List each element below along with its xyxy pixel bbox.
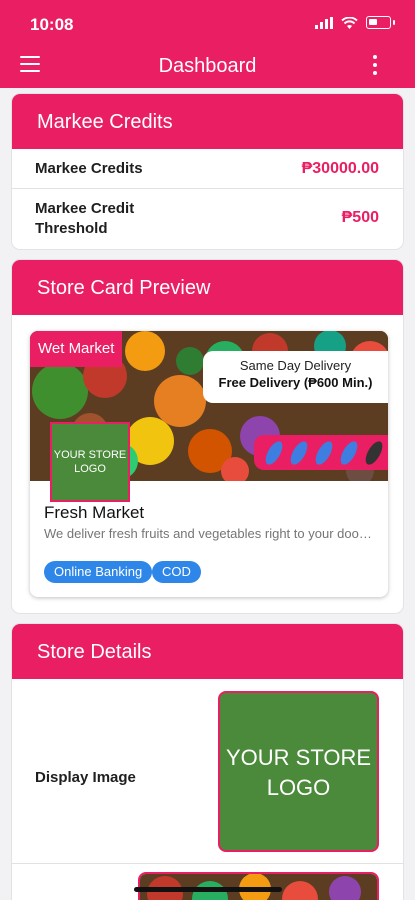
credits-card: Markee Credits Markee Credits ₱30000.00 … — [12, 94, 403, 249]
home-indicator — [134, 887, 282, 892]
threshold-label: Markee Credit Threshold — [35, 200, 135, 237]
feather-icons — [265, 441, 383, 465]
payment-icons-strip — [254, 435, 388, 470]
credits-row: Markee Credits ₱30000.00 — [12, 149, 403, 189]
cover-image[interactable] — [138, 872, 379, 900]
category-tag: Wet Market — [30, 331, 123, 367]
more-options-icon[interactable] — [373, 55, 377, 75]
status-icons — [315, 16, 395, 29]
payment-chip-cod: COD — [152, 561, 201, 583]
app-bar: 10:08 Dashboard — [0, 0, 415, 88]
credits-heading: Markee Credits — [12, 94, 403, 149]
store-details-card: Store Details Display Image YOUR STORE L… — [12, 624, 403, 900]
delivery-line-2: Free Delivery (₱600 Min.) — [218, 375, 373, 390]
signal-icon — [315, 16, 333, 29]
store-name: Fresh Market — [44, 503, 145, 522]
credits-label: Markee Credits — [35, 160, 143, 177]
delivery-badge: Same Day Delivery Free Delivery (₱600 Mi… — [203, 351, 388, 403]
status-time: 10:08 — [30, 15, 74, 34]
page-title: Dashboard — [158, 55, 257, 77]
store-card[interactable]: Wet Market Same Day Delivery Free Delive… — [30, 331, 388, 597]
store-preview-card: Store Card Preview Wet Market Same Day D… — [12, 260, 403, 613]
display-image-label: Display Image — [35, 769, 136, 786]
threshold-value: ₱500 — [341, 209, 379, 226]
store-logo-thumbnail: YOUR STORE LOGO — [50, 422, 130, 502]
store-preview-heading: Store Card Preview — [12, 260, 403, 315]
store-details-heading: Store Details — [12, 624, 403, 679]
wifi-icon — [341, 16, 358, 29]
delivery-line-1: Same Day Delivery — [239, 358, 352, 373]
threshold-row: Markee Credit Threshold ₱500 — [12, 189, 403, 249]
payment-chip-online-banking: Online Banking — [44, 561, 153, 583]
divider — [12, 863, 403, 864]
credits-value: ₱30000.00 — [301, 160, 379, 177]
display-image[interactable]: YOUR STORE LOGO — [218, 691, 379, 852]
store-description: We deliver fresh fruits and vegetables r… — [44, 526, 374, 541]
battery-icon — [366, 16, 391, 29]
battery-tip — [393, 20, 395, 25]
